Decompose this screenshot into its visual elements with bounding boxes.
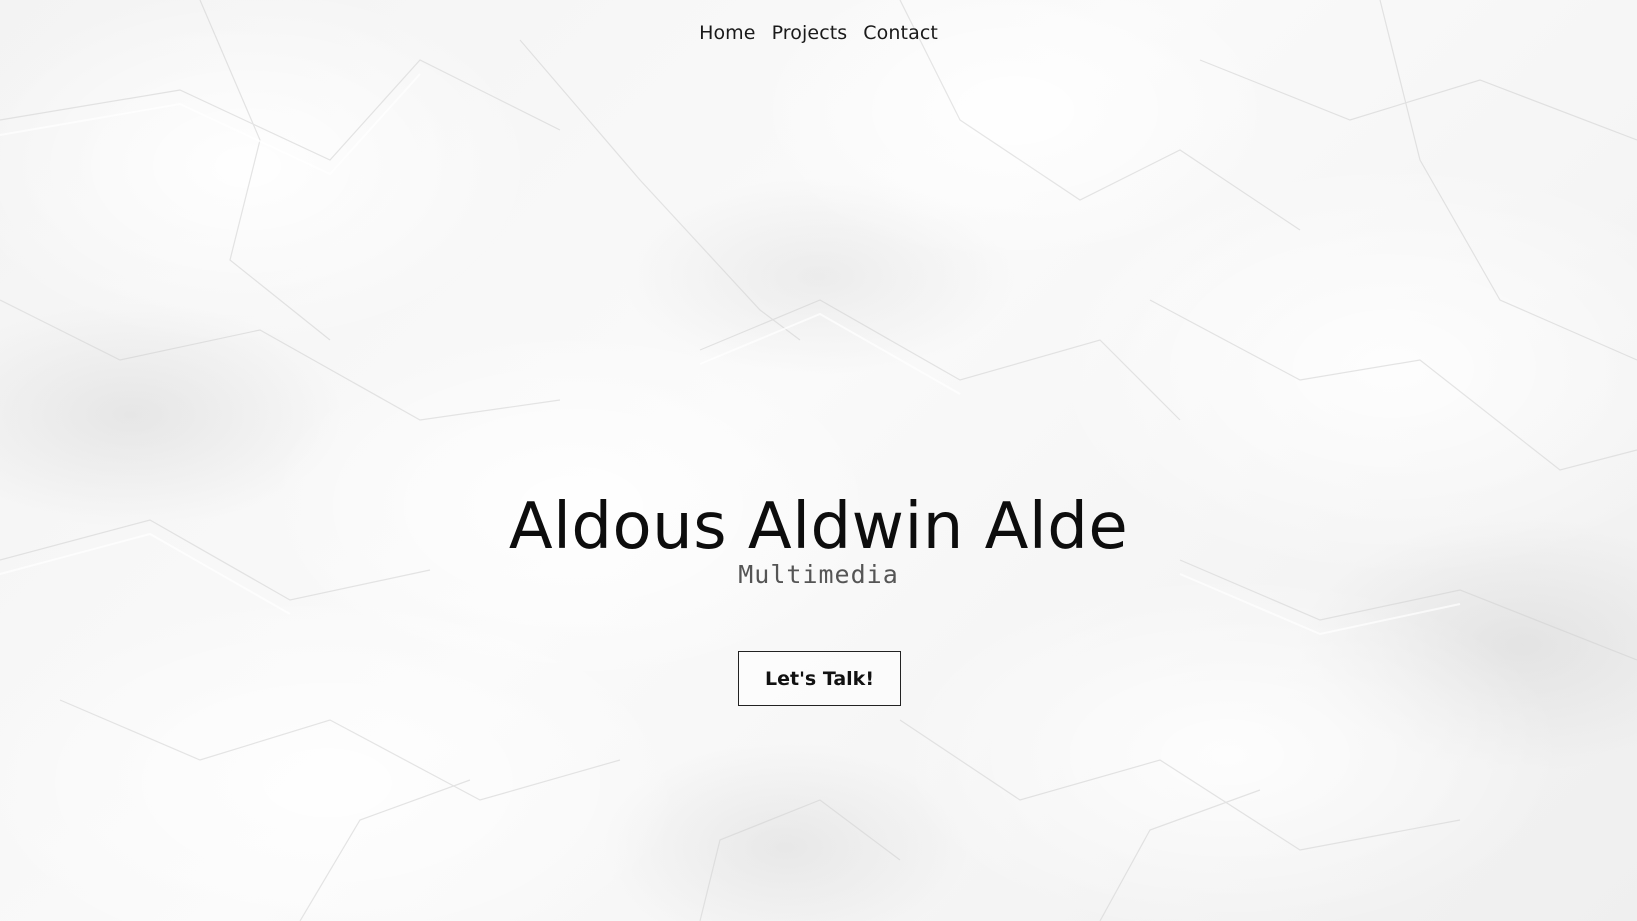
lets-talk-button[interactable]: Let's Talk! (738, 651, 901, 706)
hero-subtitle: Multimedia (738, 560, 899, 589)
nav-link-contact[interactable]: Contact (863, 22, 938, 44)
nav-link-home[interactable]: Home (699, 22, 756, 44)
main-nav: Home Projects Contact (0, 22, 1637, 44)
hero-section: Aldous Aldwin Alde Multimedia (0, 490, 1637, 590)
hero-title: Aldous Aldwin Alde (508, 490, 1129, 564)
nav-link-projects[interactable]: Projects (772, 22, 848, 44)
crumpled-paper-background (0, 0, 1637, 921)
